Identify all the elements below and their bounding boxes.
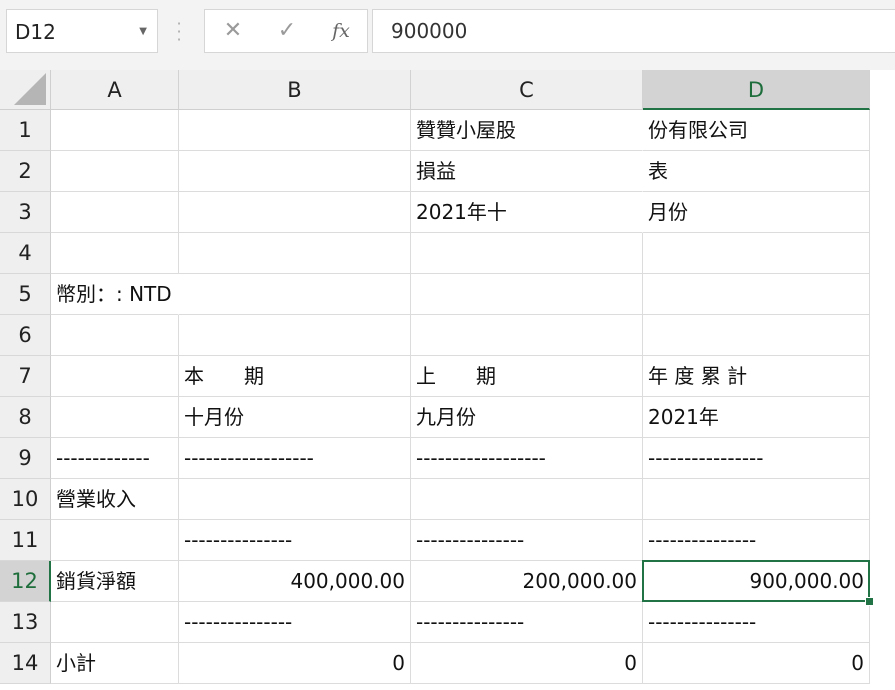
column-header-c[interactable]: C — [411, 70, 643, 110]
cell-a3[interactable] — [51, 192, 179, 233]
cell-b12[interactable]: 400,000.00 — [179, 561, 411, 602]
cell-c8[interactable]: 九月份 — [411, 397, 643, 438]
column-header-b[interactable]: B — [179, 70, 411, 110]
row-header-3[interactable]: 3 — [0, 192, 51, 233]
dropdown-arrow-icon[interactable]: ▼ — [139, 10, 147, 54]
cell-a5[interactable]: 幣別：: NTD — [51, 274, 179, 315]
cell-a2[interactable] — [51, 151, 179, 192]
cell-a7[interactable] — [51, 356, 179, 397]
row-header-6[interactable]: 6 — [0, 315, 51, 356]
cell-d10[interactable] — [643, 479, 870, 520]
cell-c11[interactable]: --------------- — [411, 520, 643, 561]
cell-a14[interactable]: 小計 — [51, 643, 179, 684]
cell-d1[interactable]: 份有限公司 — [643, 110, 870, 151]
row-header-8[interactable]: 8 — [0, 397, 51, 438]
insert-function-icon[interactable]: fx — [321, 10, 361, 52]
row-header-7[interactable]: 7 — [0, 356, 51, 397]
grip-dots-icon: · · · — [176, 14, 182, 49]
cell-d3[interactable]: 月份 — [643, 192, 870, 233]
cell-b1[interactable] — [179, 110, 411, 151]
cell-c3[interactable]: 2021年十 — [411, 192, 643, 233]
cell-a10[interactable]: 營業收入 — [51, 479, 179, 520]
row-header-9[interactable]: 9 — [0, 438, 51, 479]
cell-b4[interactable] — [179, 233, 411, 274]
cell-a8[interactable] — [51, 397, 179, 438]
cell-a12[interactable]: 銷貨淨額 — [51, 561, 179, 602]
cell-d9[interactable]: ---------------- — [643, 438, 870, 479]
cell-a9[interactable]: ------------- — [51, 438, 179, 479]
cell-b10[interactable] — [179, 479, 411, 520]
cell-c5[interactable] — [411, 274, 643, 315]
cell-c14[interactable]: 0 — [411, 643, 643, 684]
cell-b5[interactable] — [179, 274, 411, 315]
row-header-12[interactable]: 12 — [0, 561, 51, 602]
cell-b6[interactable] — [179, 315, 411, 356]
formula-bar: D12 ▼ · · · ✕ ✓ fx 900000 — [0, 0, 895, 70]
column-header-a[interactable]: A — [51, 70, 179, 110]
row-header-10[interactable]: 10 — [0, 479, 51, 520]
enter-check-icon[interactable]: ✓ — [267, 10, 307, 52]
cell-c1[interactable]: 贊贊小屋股 — [411, 110, 643, 151]
cell-d4[interactable] — [643, 233, 870, 274]
cell-a13[interactable] — [51, 602, 179, 643]
formula-input[interactable]: 900000 — [372, 9, 895, 53]
cell-d5[interactable] — [643, 274, 870, 315]
cell-c12[interactable]: 200,000.00 — [411, 561, 643, 602]
cell-b3[interactable] — [179, 192, 411, 233]
cell-d11[interactable]: --------------- — [643, 520, 870, 561]
cell-b9[interactable]: ------------------ — [179, 438, 411, 479]
formula-value: 900000 — [391, 19, 468, 43]
row-header-5[interactable]: 5 — [0, 274, 51, 315]
cell-b2[interactable] — [179, 151, 411, 192]
cell-d13[interactable]: --------------- — [643, 602, 870, 643]
spreadsheet-grid: A B C D 1 贊贊小屋股 份有限公司 2 損益表 3 2021年十 月份 4 5 幣別：: NTD 6 7… — [0, 70, 895, 690]
cell-a6[interactable] — [51, 315, 179, 356]
cell-d7[interactable]: 年 度 累 計 — [643, 356, 870, 397]
cell-a11[interactable] — [51, 520, 179, 561]
cell-b13[interactable]: --------------- — [179, 602, 411, 643]
cell-c7[interactable]: 上 期 — [411, 356, 643, 397]
cell-d14[interactable]: 0 — [643, 643, 870, 684]
cell-d12[interactable]: 900,000.00 — [643, 561, 870, 602]
cell-d8[interactable]: 2021年 — [643, 397, 870, 438]
cancel-icon[interactable]: ✕ — [213, 10, 253, 52]
formula-buttons: ✕ ✓ fx — [204, 9, 368, 53]
cell-b8[interactable]: 十月份 — [179, 397, 411, 438]
row-header-11[interactable]: 11 — [0, 520, 51, 561]
column-header-d[interactable]: D — [643, 70, 870, 110]
cell-b7[interactable]: 本 期 — [179, 356, 411, 397]
cell-c13[interactable]: --------------- — [411, 602, 643, 643]
fill-handle[interactable] — [865, 597, 874, 606]
cell-b11[interactable]: --------------- — [179, 520, 411, 561]
select-all-button[interactable] — [0, 70, 51, 110]
cell-c2[interactable]: 損益 — [411, 151, 643, 192]
cell-d2[interactable]: 表 — [643, 151, 870, 192]
row-header-13[interactable]: 13 — [0, 602, 51, 643]
row-header-4[interactable]: 4 — [0, 233, 51, 274]
cell-d6[interactable] — [643, 315, 870, 356]
name-box-value: D12 — [15, 20, 56, 44]
row-header-2[interactable]: 2 — [0, 151, 51, 192]
cell-a4[interactable] — [51, 233, 179, 274]
name-box[interactable]: D12 ▼ — [6, 9, 158, 53]
cell-b14[interactable]: 0 — [179, 643, 411, 684]
cell-c9[interactable]: ------------------ — [411, 438, 643, 479]
row-header-1[interactable]: 1 — [0, 110, 51, 151]
row-header-14[interactable]: 14 — [0, 643, 51, 684]
cell-a1[interactable] — [51, 110, 179, 151]
cell-c6[interactable] — [411, 315, 643, 356]
cell-c10[interactable] — [411, 479, 643, 520]
cell-c4[interactable] — [411, 233, 643, 274]
